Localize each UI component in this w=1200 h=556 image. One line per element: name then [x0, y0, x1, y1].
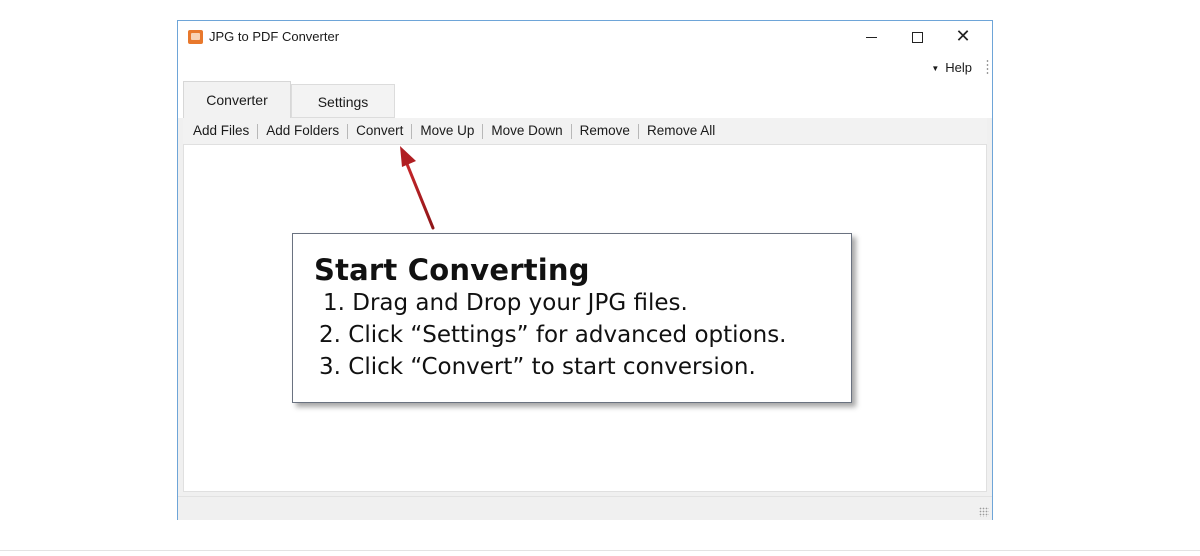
toolbar: Add Files Add Folders Convert Move Up Mo…: [183, 118, 987, 144]
tab-strip: Converter Settings: [178, 81, 992, 118]
app-logo-icon: [188, 30, 203, 44]
instructions-callout: Start Converting 1. Drag and Drop your J…: [292, 233, 852, 403]
tab-converter[interactable]: Converter: [183, 81, 291, 118]
pointer-arrow-icon: [400, 146, 435, 230]
callout-step: 1. Drag and Drop your JPG files.: [323, 290, 688, 316]
caret-down-icon: ▼: [931, 64, 940, 74]
close-button[interactable]: ✕: [940, 21, 986, 53]
callout-title: Start Converting: [314, 253, 590, 287]
help-menu[interactable]: ▼ Help: [931, 60, 972, 75]
remove-all-button[interactable]: Remove All: [639, 122, 723, 140]
tab-settings[interactable]: Settings: [291, 84, 395, 118]
menu-grip-icon: [986, 59, 989, 75]
move-up-button[interactable]: Move Up: [412, 122, 482, 140]
close-icon: ✕: [955, 26, 971, 47]
convert-button[interactable]: Convert: [348, 122, 411, 140]
maximize-button[interactable]: [894, 21, 940, 53]
minimize-button[interactable]: [848, 21, 894, 53]
add-folders-button[interactable]: Add Folders: [258, 122, 347, 140]
status-bar: [178, 496, 992, 520]
add-files-button[interactable]: Add Files: [183, 122, 257, 140]
window-title: JPG to PDF Converter: [209, 29, 340, 44]
move-down-button[interactable]: Move Down: [483, 122, 570, 140]
callout-step: 2. Click “Settings” for advanced options…: [319, 322, 787, 348]
help-menu-label: Help: [945, 60, 972, 75]
minimize-icon: [865, 36, 877, 38]
page-divider: [0, 550, 1200, 551]
resize-grip-icon[interactable]: [979, 507, 989, 517]
menu-strip: ▼ Help: [178, 55, 992, 81]
title-bar[interactable]: JPG to PDF Converter ✕: [178, 21, 992, 55]
maximize-icon: [911, 31, 923, 43]
callout-step: 3. Click “Convert” to start conversion.: [319, 354, 756, 380]
remove-button[interactable]: Remove: [572, 122, 638, 140]
